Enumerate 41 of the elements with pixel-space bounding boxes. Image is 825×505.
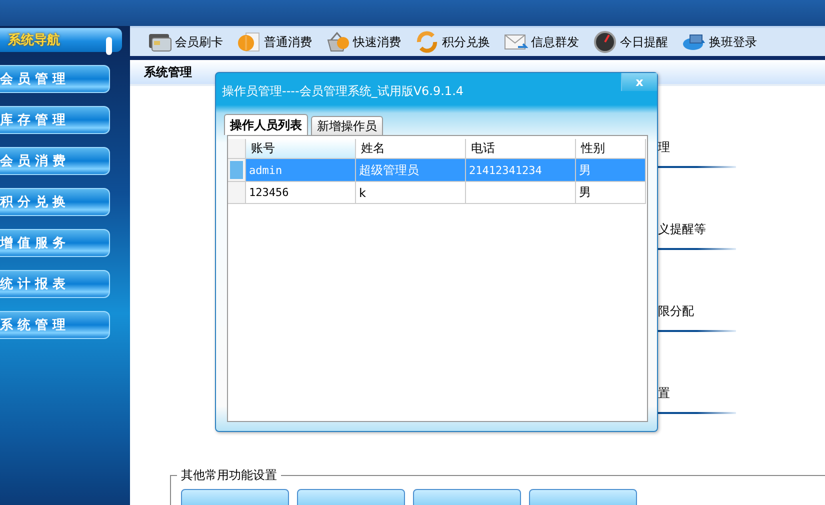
section-label: 理 [658,139,671,156]
sidebar-title: 系统导航 [8,32,60,49]
refresh-icon [415,31,439,53]
table-cell: admin [246,159,356,182]
column-header[interactable]: 姓名 [356,139,466,159]
row-header[interactable] [228,159,246,182]
table-cell: 123456 [246,182,356,204]
dialog-tab[interactable]: 新增操作员 [311,116,383,135]
panel-tab[interactable]: 系统管理 [144,64,192,80]
toolbar-button[interactable]: 今日提醒 [593,31,668,53]
dollar-document-icon [237,31,261,53]
toolbar-button[interactable]: 快速消费 [326,31,401,53]
table-cell: k [356,182,466,204]
column-header[interactable]: 性别 [576,139,646,159]
card-icon [148,31,172,53]
function-button[interactable] [297,489,405,505]
toolbar-button[interactable]: 普通消费 [237,31,312,53]
section-label: 限分配 [658,303,695,320]
table-cell: 男 [576,159,646,182]
dialog-title: 操作员管理----会员管理系统_试用版V6.9.1.4 [222,83,464,100]
basket-icon [326,31,350,53]
gauge-icon [593,31,617,53]
dialog-tab[interactable]: 操作人员列表 [224,114,308,135]
function-button[interactable] [181,489,289,505]
column-header[interactable]: 账号 [246,139,356,159]
row-header[interactable] [228,182,246,204]
section-label: 义提醒等 [658,221,707,238]
column-header[interactable]: 电话 [466,139,576,159]
toolbar-button[interactable]: 会员刷卡 [148,31,223,53]
knob-icon [106,37,112,55]
fieldset-legend: 其他常用功能设置 [177,467,281,484]
section-label: 置 [658,385,671,402]
toolbar-button[interactable]: 换班登录 [682,31,757,53]
table-cell: 21412341234 [466,159,576,182]
table-cell: 超级管理员 [356,159,466,182]
table-cell: 男 [576,182,646,204]
function-button[interactable] [413,489,521,505]
toolbar-button[interactable]: 积分兑换 [415,31,490,53]
nav-button[interactable]: 积 分 兑 换 [0,188,110,216]
toolbar-button[interactable]: 信息群发 [504,31,579,53]
function-button[interactable] [529,489,637,505]
